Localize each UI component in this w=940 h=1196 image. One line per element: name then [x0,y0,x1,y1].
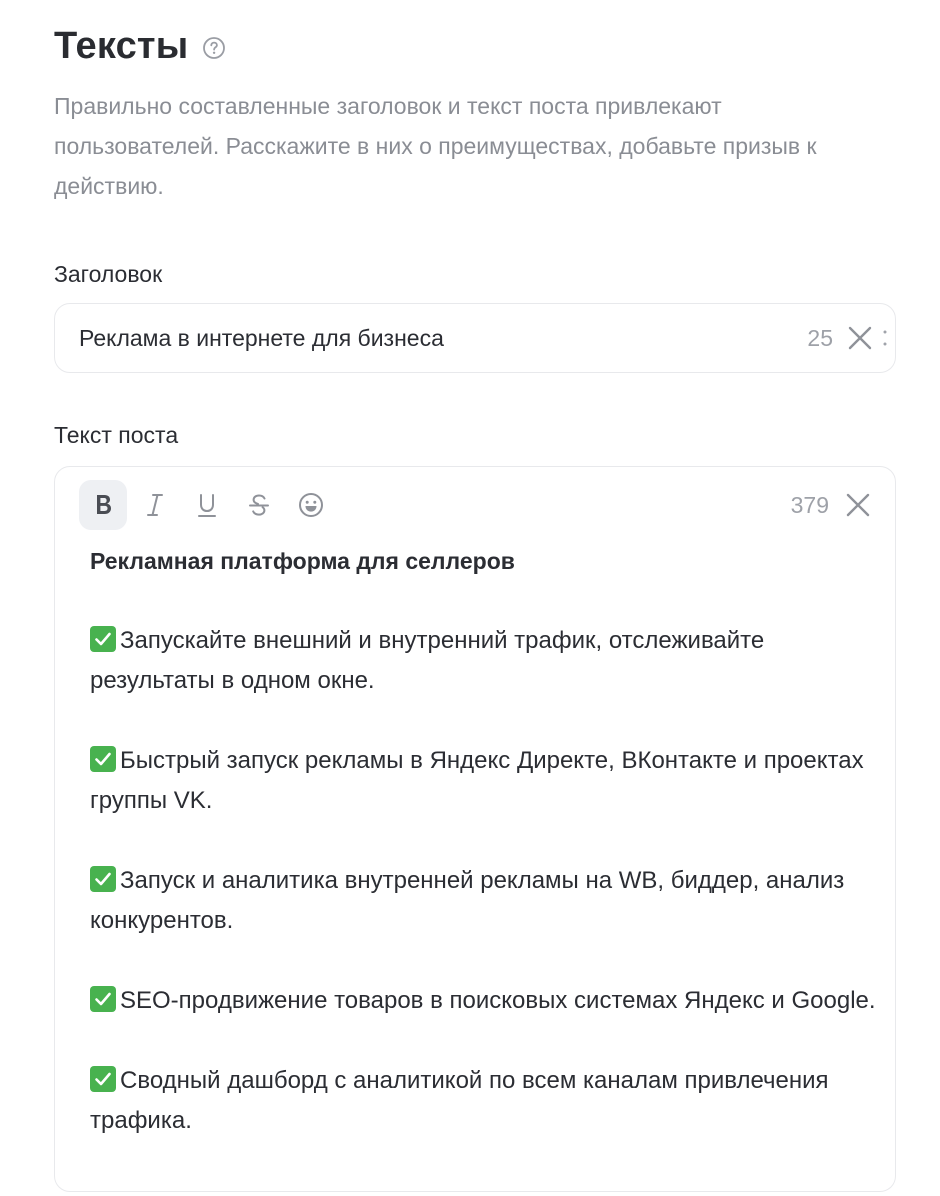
post-text-content[interactable]: Рекламная платформа для селлеров Запуска… [90,541,880,1141]
post-bullet: Запускайте внешний и внутренний трафик, … [90,621,880,701]
emoji-button[interactable] [287,480,335,530]
formatting-toolbar: 379 [79,477,871,533]
title-field-label: Заголовок [54,261,163,287]
post-bullet-text: SEO-продвижение товаров в поисковых сист… [120,987,876,1014]
title-char-counter: 25 [807,324,833,351]
check-mark-icon [90,866,116,892]
section-title: Тексты [54,24,189,67]
resize-handle-icon [883,330,887,346]
italic-button[interactable] [131,480,179,530]
title-input[interactable]: Реклама в интернете для бизнеса 25 [54,303,896,373]
post-field-label: Текст поста [54,422,179,448]
check-mark-icon [90,1066,116,1092]
post-bullet: SEO-продвижение товаров в поисковых сист… [90,981,880,1021]
title-input-value[interactable]: Реклама в интернете для бизнеса [79,325,807,352]
close-icon[interactable] [845,492,871,518]
post-bullet-text: Запускайте внешний и внутренний трафик, … [90,627,765,694]
post-bullet: Сводный дашборд с аналитикой по всем кан… [90,1061,880,1141]
bold-button[interactable] [79,480,127,530]
texts-section: Тексты Правильно составленные заголовок … [54,22,896,1192]
post-text-editor[interactable]: 379 Рекламная платформа для селлеров Зап… [54,466,896,1192]
post-bullet: Быстрый запуск рекламы в Яндекс Директе,… [90,741,880,821]
post-bullet-text: Запуск и аналитика внутренней рекламы на… [90,867,845,934]
bold-icon [97,495,111,514]
check-mark-icon [90,746,116,772]
check-mark-icon [90,986,116,1012]
post-char-counter: 379 [790,491,829,518]
post-heading: Рекламная платформа для селлеров [90,548,515,574]
strikethrough-icon [249,494,269,516]
close-icon[interactable] [847,325,873,351]
check-mark-icon [90,626,116,652]
section-description: Правильно составленные заголовок и текст… [54,93,817,199]
section-header: Тексты [54,22,896,70]
post-bullet-text: Сводный дашборд с аналитикой по всем кан… [90,1067,829,1134]
question-circle-icon[interactable] [202,36,226,60]
emoji-icon [299,493,323,517]
post-bullet-text: Быстрый запуск рекламы в Яндекс Директе,… [90,747,864,814]
underline-icon [198,494,216,517]
underline-button[interactable] [183,480,231,530]
italic-icon [147,494,163,516]
post-bullet: Запуск и аналитика внутренней рекламы на… [90,861,880,941]
strikethrough-button[interactable] [235,480,283,530]
